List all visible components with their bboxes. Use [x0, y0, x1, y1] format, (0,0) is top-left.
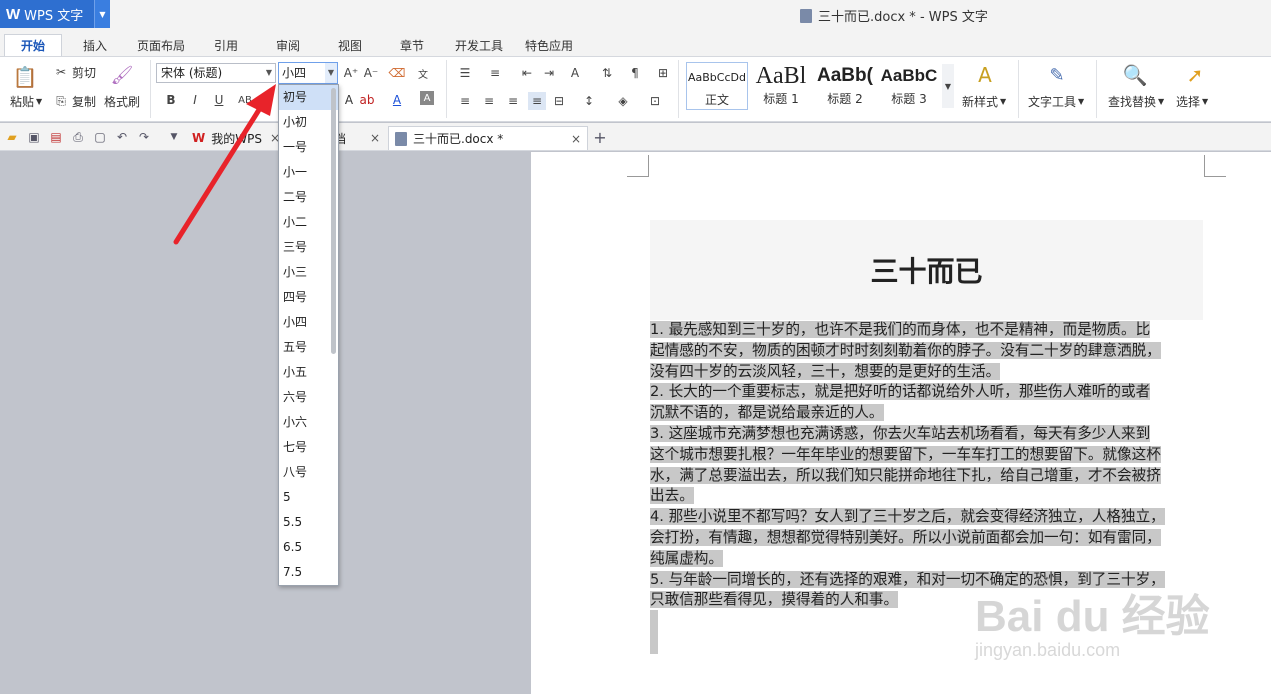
arrow-head [246, 84, 276, 116]
arrow-shaft [173, 102, 265, 245]
annotation-arrow [173, 84, 276, 245]
